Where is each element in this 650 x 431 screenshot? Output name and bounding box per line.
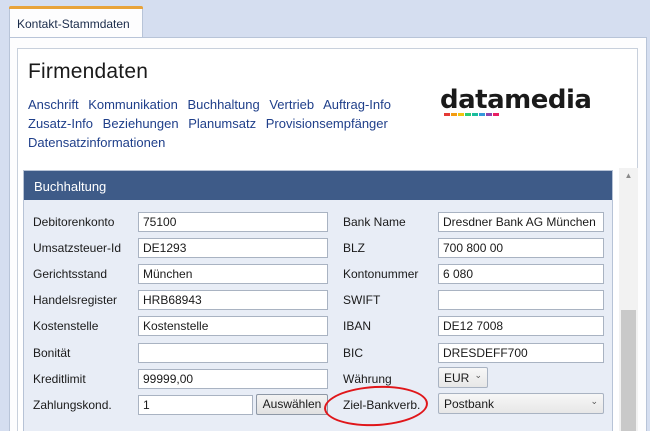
label-gerichtsstand: Gerichtsstand bbox=[33, 267, 108, 281]
label-kostenstelle: Kostenstelle bbox=[33, 319, 99, 333]
nav-link-beziehungen[interactable]: Beziehungen bbox=[103, 116, 179, 131]
logo-color-segment bbox=[479, 113, 485, 116]
nav-link-anschrift[interactable]: Anschrift bbox=[28, 97, 79, 112]
label-kontonummer: Kontonummer bbox=[343, 267, 419, 281]
page-title: Firmendaten bbox=[28, 60, 149, 83]
waehrung-select[interactable]: EUR ⌄ bbox=[438, 367, 488, 388]
debitorenkonto-field[interactable]: 75100 bbox=[138, 212, 328, 232]
bank-name-field[interactable]: Dresdner Bank AG München bbox=[438, 212, 604, 232]
kontonummer-field[interactable]: 6 080 bbox=[438, 264, 604, 284]
nav-link-zusatz-info[interactable]: Zusatz-Info bbox=[28, 116, 93, 131]
blz-field[interactable]: 700 800 00 bbox=[438, 238, 604, 258]
nav-link-kommunikation[interactable]: Kommunikation bbox=[88, 97, 178, 112]
chevron-down-icon: ⌄ bbox=[590, 396, 598, 406]
iban-field[interactable]: DE12 7008 bbox=[438, 316, 604, 336]
section-nav: Anschrift Kommunikation Buchhaltung Vert… bbox=[28, 95, 438, 152]
logo-color-segment bbox=[444, 113, 450, 116]
label-iban: IBAN bbox=[343, 319, 372, 333]
auswaehlen-button[interactable]: Auswählen bbox=[256, 394, 328, 415]
tab-kontakt-stammdaten[interactable]: Kontakt-Stammdaten bbox=[9, 6, 143, 38]
handelsregister-field[interactable]: HRB68943 bbox=[138, 290, 328, 310]
nav-link-auftrag-info[interactable]: Auftrag-Info bbox=[323, 97, 391, 112]
umsatzsteuer-id-field[interactable]: DE1293 bbox=[138, 238, 328, 258]
bonitaet-field[interactable] bbox=[138, 343, 328, 363]
label-swift: SWIFT bbox=[343, 293, 381, 307]
label-zahlungskond: Zahlungskond. bbox=[33, 398, 112, 412]
scrollbar-thumb[interactable] bbox=[621, 310, 636, 431]
logo-color-segment bbox=[465, 113, 471, 116]
logo-color-segment bbox=[458, 113, 464, 116]
label-waehrung: Währung bbox=[343, 372, 392, 386]
ziel-bankverb-select[interactable]: Postbank ⌄ bbox=[438, 393, 604, 414]
logo-color-segment bbox=[493, 113, 499, 116]
logo-text: datamedia bbox=[440, 85, 592, 115]
label-bank-name: Bank Name bbox=[343, 215, 406, 229]
label-blz: BLZ bbox=[343, 241, 366, 255]
logo-color-segment bbox=[451, 113, 457, 116]
nav-link-planumsatz[interactable]: Planumsatz bbox=[188, 116, 256, 131]
logo-color-segment bbox=[486, 113, 492, 116]
label-bic: BIC bbox=[343, 346, 364, 360]
label-kreditlimit: Kreditlimit bbox=[33, 372, 86, 386]
nav-link-vertrieb[interactable]: Vertrieb bbox=[269, 97, 314, 112]
ziel-bankverb-value: Postbank bbox=[444, 397, 495, 411]
label-handelsregister: Handelsregister bbox=[33, 293, 118, 307]
gerichtsstand-field[interactable]: München bbox=[138, 264, 328, 284]
bic-field[interactable]: DRESDEFF700 bbox=[438, 343, 604, 363]
nav-link-buchhaltung[interactable]: Buchhaltung bbox=[187, 97, 259, 112]
kostenstelle-field[interactable]: Kostenstelle bbox=[138, 316, 328, 336]
section-header: Buchhaltung bbox=[24, 171, 612, 200]
label-umsatzsteuer-id: Umsatzsteuer-Id bbox=[33, 241, 122, 255]
logo-color-segment bbox=[472, 113, 478, 116]
scroll-up-icon[interactable]: ▲ bbox=[619, 170, 638, 182]
company-logo: datamedia bbox=[440, 85, 630, 121]
vertical-scrollbar[interactable]: ▲ bbox=[619, 168, 638, 431]
chevron-down-icon: ⌄ bbox=[474, 370, 482, 380]
zahlungskond-field[interactable]: 1 bbox=[138, 395, 253, 415]
nav-link-datensatzinformationen[interactable]: Datensatzinformationen bbox=[28, 135, 165, 150]
logo-color-bar bbox=[444, 113, 499, 116]
kreditlimit-field[interactable]: 99999,00 bbox=[138, 369, 328, 389]
label-bonitaet: Bonität bbox=[33, 346, 71, 360]
waehrung-value: EUR bbox=[444, 371, 470, 385]
nav-link-provisionsempfaenger[interactable]: Provisionsempfänger bbox=[266, 116, 388, 131]
label-debitorenkonto: Debitorenkonto bbox=[33, 215, 115, 229]
swift-field[interactable] bbox=[438, 290, 604, 310]
